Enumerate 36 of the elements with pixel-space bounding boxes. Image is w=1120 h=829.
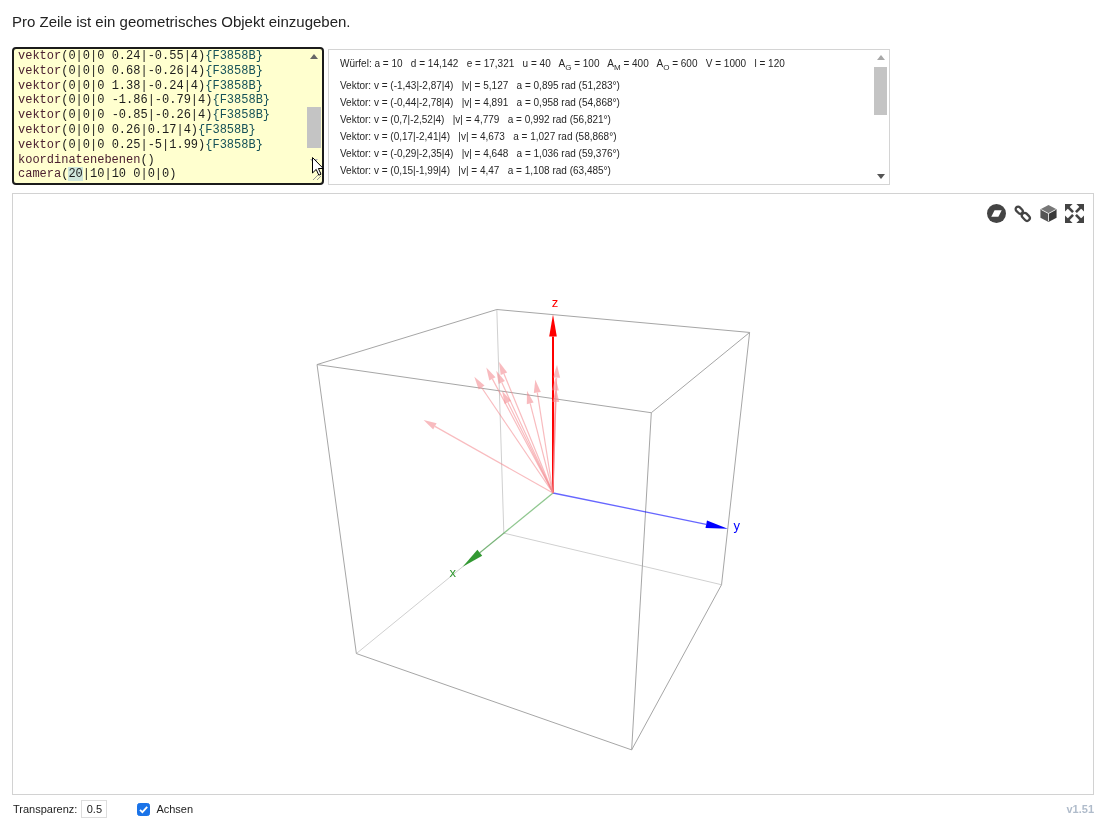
scroll-down-icon[interactable]: [876, 174, 885, 179]
code-line: vektor(0|0|0 0.24|-0.55|4){F3858B}: [18, 49, 264, 64]
cube-icon[interactable]: [1039, 204, 1058, 223]
fullscreen-icon[interactable]: [1065, 204, 1084, 223]
output-line: Vektor: v = (0,15|-1,99|4) |v| = 4,47 a = 1,108 rad (63,485°): [340, 164, 612, 178]
scrollbar-thumb[interactable]: [874, 67, 887, 115]
output-line: Vektor: v = (0,7|-2,52|4) |v| = 4,779 a = 0,992 rad (56,821°): [340, 113, 612, 127]
code-line: vektor(0|0|0 -1.86|-0.79|4){F3858B}: [18, 93, 272, 109]
output-line: Vektor: v = (-0,29|-2,35|4) |v| = 4,648 a = 1,036 rad (59,376°): [340, 147, 621, 161]
code-editor[interactable]: [12, 47, 324, 185]
checkbox-label[interactable]: Achsen: [156, 803, 194, 815]
code-line: vektor(0|0|0 0.25|-5|1.99){F3858B}: [18, 137, 264, 153]
output-line: Vektor: v = (-0,44|-2,78|4) |v| = 4,891 a = 0,958 rad (54,868°): [340, 96, 621, 110]
code-line: koordinatenebenen(): [18, 152, 156, 168]
transparency-label: Transparenz:: [13, 803, 78, 815]
scroll-up-icon[interactable]: [310, 54, 318, 59]
axis-label: z: [551, 295, 559, 311]
code-line: vektor(0|0|0 0.26|0.17|4){F3858B}: [18, 123, 257, 138]
cursor-icon: [312, 157, 324, 176]
scrollbar-thumb[interactable]: [307, 107, 321, 148]
link-icon[interactable]: [1013, 204, 1032, 223]
parallelogram-disc-icon[interactable]: [987, 204, 1006, 223]
transparency-input[interactable]: 0.5: [81, 800, 108, 818]
version-label: v1.51: [1066, 803, 1094, 815]
axis-label: y: [733, 518, 741, 534]
code-line: vektor(0|0|0 0.68|-0.26|4){F3858B}: [18, 63, 264, 79]
instruction-text: Pro Zeile ist ein geometrisches Objekt einzugeben.: [11, 12, 352, 31]
code-line: vektor(0|0|0 -0.85|-0.26|4){F3858B}: [18, 108, 272, 123]
output-line: Würfel: a = 10 d = 14,142 e = 17,321 u = 40 A$_{G}$ = 100 A$_{M}$ = 400 A$_{O}$ = 600 V = 1000 l = 120: [340, 57, 786, 72]
output-line: Vektor: v = (0,17|-2,41|4) |v| = 4,673 a = 1,027 rad (58,868°): [340, 130, 618, 144]
output-line: Vektor: v = (-1,43|-2,87|4) |v| = 5,127 a = 0,895 rad (51,283°): [340, 79, 621, 93]
axes-checkbox[interactable]: [137, 802, 151, 816]
code-line: vektor(0|0|0 1.38|-0.24|4){F3858B}: [18, 78, 264, 94]
axis-label: x: [449, 565, 456, 581]
code-line: camera(20|10|10 0|0|0): [18, 167, 178, 183]
scene-view[interactable]: z y x: [12, 193, 1094, 795]
